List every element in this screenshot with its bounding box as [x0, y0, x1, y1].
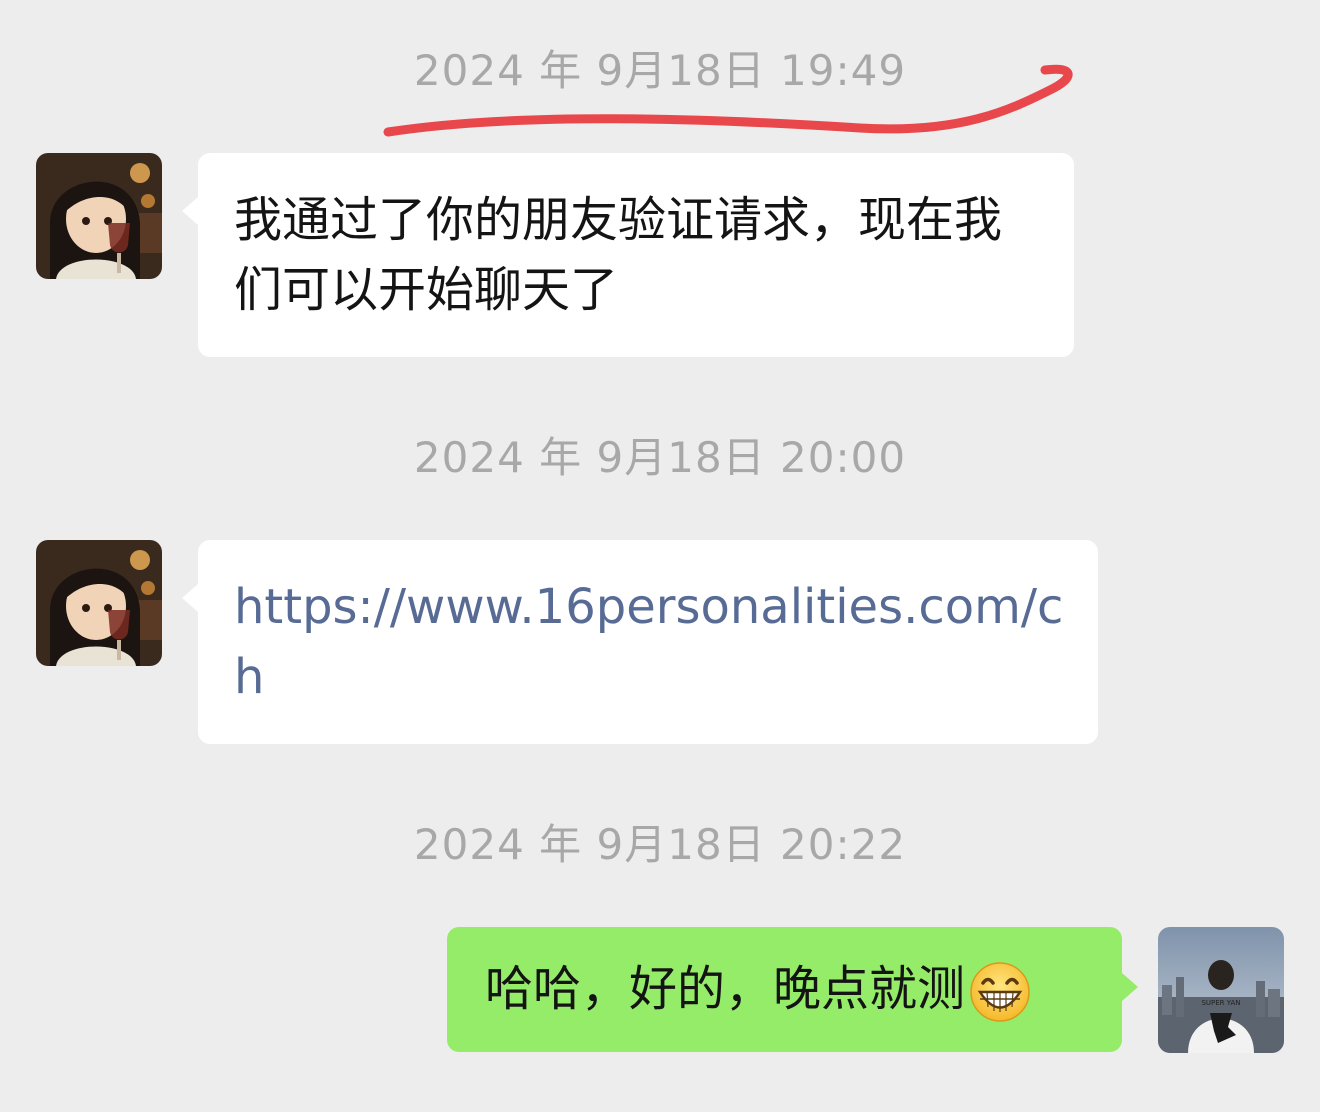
- contact-avatar[interactable]: [36, 153, 162, 279]
- anime-girl-avatar-icon: [36, 540, 162, 666]
- bubble-tail: [182, 584, 198, 612]
- contact-avatar[interactable]: [36, 540, 162, 666]
- message-text: 我通过了你的朋友验证请求，现在我们可以开始聊天了: [234, 192, 1003, 318]
- bubble-tail: [1122, 973, 1138, 1001]
- incoming-message-bubble[interactable]: https://www.16personalities.com/ch: [198, 540, 1098, 744]
- message-link[interactable]: https://www.16personalities.com/ch: [234, 579, 1063, 705]
- anime-girl-avatar-icon: [36, 153, 162, 279]
- city-skyline-avatar-icon: SUPER YAN: [1158, 927, 1284, 1053]
- grinning-face-emoji: [970, 962, 1030, 1022]
- my-avatar[interactable]: SUPER YAN: [1158, 927, 1284, 1053]
- incoming-message-bubble[interactable]: 我通过了你的朋友验证请求，现在我们可以开始聊天了: [198, 153, 1074, 357]
- message-timestamp: 2024 年 9月18日 19:49: [413, 46, 907, 95]
- message-timestamp: 2024 年 9月18日 20:22: [413, 820, 907, 869]
- outgoing-message-bubble[interactable]: 哈哈，好的，晚点就测: [447, 927, 1122, 1052]
- bubble-tail: [182, 197, 198, 225]
- message-timestamp: 2024 年 9月18日 20:00: [413, 433, 907, 482]
- avatar-shirt-text: SUPER YAN: [1201, 999, 1240, 1007]
- message-text: 哈哈，好的，晚点就测: [485, 961, 966, 1017]
